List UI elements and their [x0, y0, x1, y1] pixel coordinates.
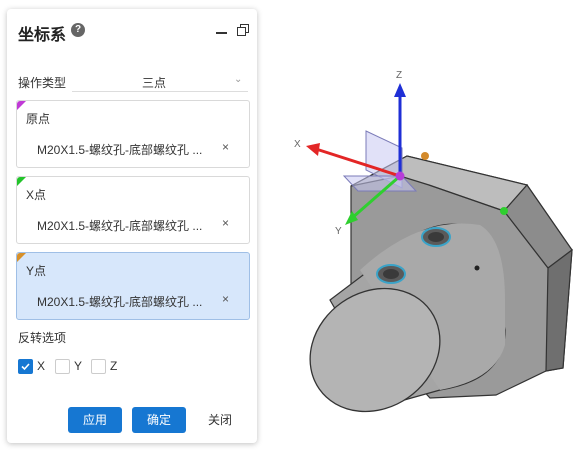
- chevron-down-icon[interactable]: ⌄: [234, 74, 242, 85]
- x-point-color-marker: [17, 177, 26, 186]
- origin-clear-icon[interactable]: ×: [222, 140, 229, 154]
- y-axis-label: Y: [335, 226, 342, 237]
- origin-point-value: M20X1.5-螺纹孔-底部螺纹孔 ...: [37, 143, 203, 157]
- panel-title: 坐标系: [18, 27, 67, 44]
- x-axis-label: X: [294, 139, 301, 150]
- hole-inner: [428, 232, 444, 242]
- y-point-label: Y点: [26, 264, 47, 278]
- apply-button[interactable]: 应用: [68, 407, 122, 433]
- operation-type-row[interactable]: 操作类型 三点 ⌄: [18, 73, 248, 93]
- origin-color-marker: [17, 101, 26, 110]
- origin-point-field[interactable]: 原点 M20X1.5-螺纹孔-底部螺纹孔 ... ×: [16, 100, 250, 168]
- x-point-field[interactable]: X点 M20X1.5-螺纹孔-底部螺纹孔 ... ×: [16, 176, 250, 244]
- origin-point-label: 原点: [26, 112, 51, 126]
- reverse-options-label: 反转选项: [18, 331, 67, 345]
- origin-point-marker[interactable]: [395, 171, 405, 181]
- 3d-viewport[interactable]: Z X Y: [262, 0, 588, 453]
- checkbox-checked-icon[interactable]: [18, 359, 33, 374]
- checkbox-unchecked-icon[interactable]: [91, 359, 106, 374]
- hole-inner: [383, 269, 399, 279]
- x-point-label: X点: [26, 188, 47, 202]
- operation-type-select[interactable]: 三点: [142, 74, 166, 91]
- help-icon[interactable]: ?: [71, 23, 85, 37]
- x-point-value: M20X1.5-螺纹孔-底部螺纹孔 ...: [37, 219, 203, 233]
- y-point-field[interactable]: Y点 M20X1.5-螺纹孔-底部螺纹孔 ... ×: [16, 252, 250, 320]
- checkbox-unchecked-icon[interactable]: [55, 359, 70, 374]
- flange-right-side: [545, 248, 573, 372]
- x-point-clear-icon[interactable]: ×: [222, 216, 229, 230]
- z-axis-arrow: [394, 83, 406, 97]
- y-point-clear-icon[interactable]: ×: [222, 292, 229, 306]
- y-point-color-marker: [17, 253, 26, 262]
- reverse-x-label: X: [37, 359, 46, 373]
- z-axis-label: Z: [396, 70, 402, 81]
- coordinate-system-panel: 坐标系 ? 操作类型 三点 ⌄ 原点 M20X1.5-螺纹孔-底部螺纹孔 ...…: [7, 9, 257, 443]
- operation-type-label: 操作类型: [18, 76, 67, 90]
- small-hole: [474, 265, 480, 271]
- x-axis-arrow: [306, 143, 320, 156]
- minimize-icon[interactable]: [216, 32, 227, 34]
- restore-icon[interactable]: [237, 24, 249, 36]
- ok-button[interactable]: 确定: [132, 407, 186, 433]
- x-point-marker[interactable]: [500, 207, 508, 215]
- close-button[interactable]: 关闭: [200, 407, 240, 433]
- select-underline: [72, 91, 248, 92]
- y-point-value: M20X1.5-螺纹孔-底部螺纹孔 ...: [37, 295, 203, 309]
- reverse-y-label: Y: [74, 359, 83, 373]
- reverse-z-label: Z: [110, 359, 118, 373]
- y-point-marker[interactable]: [421, 152, 429, 160]
